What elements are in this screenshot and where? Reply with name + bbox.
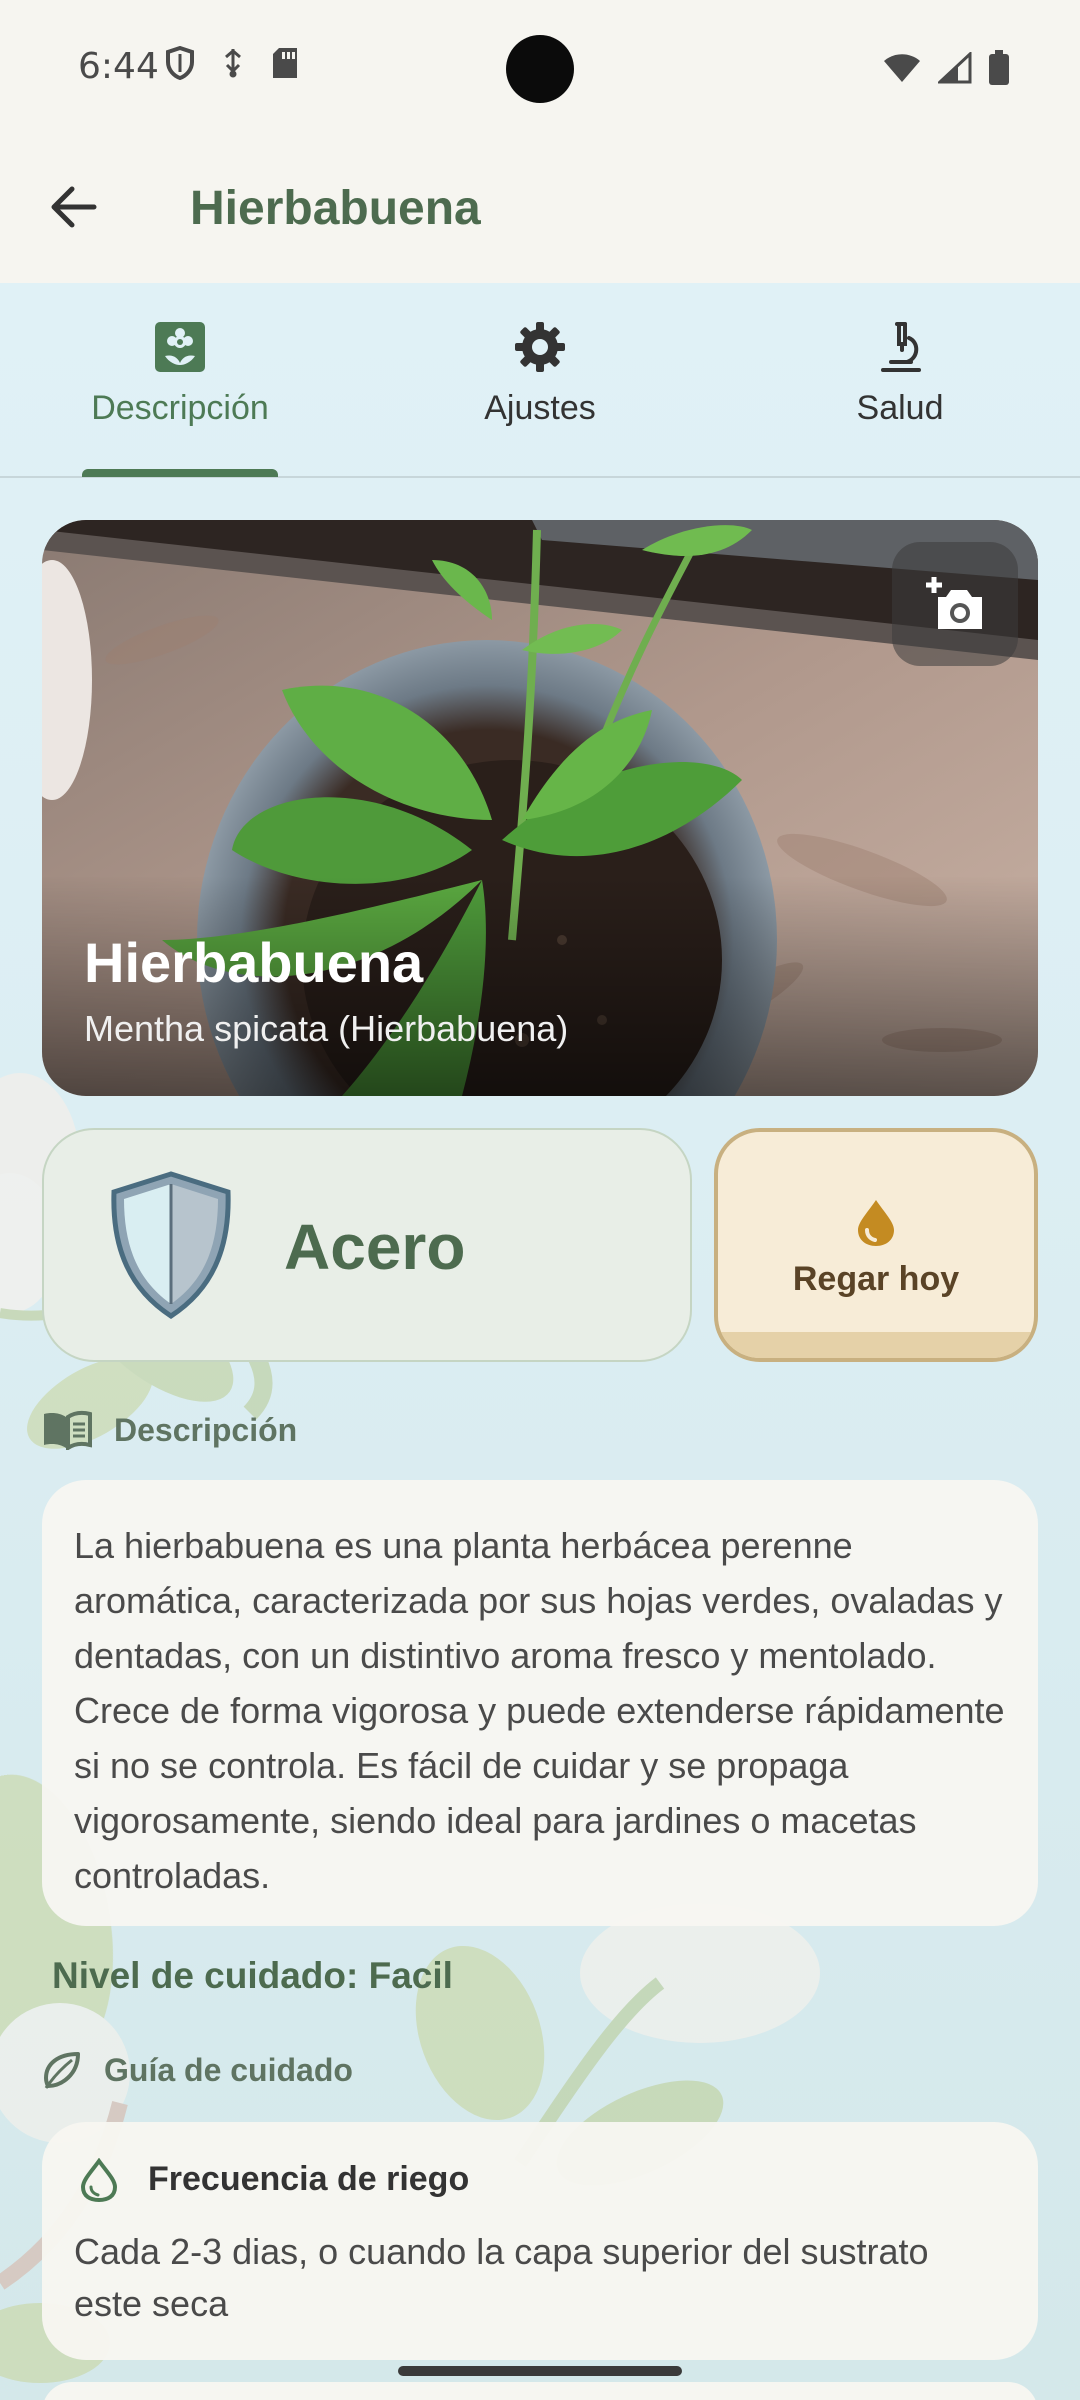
description-card: La hierbabuena es una planta herbácea pe… [42, 1480, 1038, 1926]
plant-scientific-name: Mentha spicata (Hierbabuena) [84, 1008, 569, 1049]
microscope-icon [881, 322, 921, 372]
shield-icon [166, 46, 194, 80]
status-icons-right [882, 50, 1010, 86]
wifi-icon [884, 54, 920, 82]
back-button[interactable] [44, 177, 104, 237]
section-title: Guía de cuidado [104, 2051, 353, 2088]
leaf-icon [44, 2052, 80, 2089]
usb-icon [225, 49, 241, 78]
sd-card-icon [273, 48, 297, 78]
tab-label: Ajustes [484, 389, 596, 427]
shield-badge-icon [111, 1171, 231, 1319]
arrow-back-icon [51, 186, 97, 228]
tab-salud[interactable]: Salud [720, 283, 1080, 478]
water-today-button[interactable]: Regar hoy [714, 1128, 1038, 1362]
section-title: Descripción [114, 1411, 298, 1448]
care-guide-item-partial [42, 2382, 1038, 2400]
water-today-label: Regar hoy [792, 1260, 960, 1298]
level-card[interactable]: Acero [42, 1128, 692, 1362]
water-drop-icon [858, 1200, 894, 1246]
care-guide-item: Frecuencia de riego Cada 2-3 dias, o cua… [42, 2122, 1038, 2360]
water-progress-strip [718, 1332, 1034, 1358]
care-level-text: Nivel de cuidado: Facil [52, 1955, 453, 1996]
description-section-header: Descripción [42, 1410, 297, 1450]
status-icons-left [165, 46, 299, 80]
tab-bar: Descripción Ajustes Salud [0, 283, 1080, 478]
plant-name: Hierbabuena [84, 931, 424, 994]
app-bar: Hierbabuena [0, 135, 1080, 283]
tab-label: Salud [856, 389, 944, 427]
care-item-text: Cada 2-3 dias, o cuando la capa superior… [74, 2231, 929, 2324]
plant-photo-card: Hierbabuena Mentha spicata (Hierbabuena) [42, 520, 1038, 1096]
add-photo-button[interactable] [892, 542, 1018, 666]
status-bar: 6:44 [0, 0, 1080, 135]
description-text: La hierbabuena es una planta herbácea pe… [74, 1525, 1005, 1896]
gesture-navigation-handle[interactable] [398, 2366, 682, 2376]
tab-ajustes[interactable]: Ajustes [360, 283, 720, 478]
flower-card-icon [155, 322, 205, 372]
battery-icon [989, 50, 1009, 85]
page-title: Hierbabuena [190, 182, 481, 235]
tab-descripcion[interactable]: Descripción [0, 283, 360, 478]
care-guide-section-header: Guía de cuidado [42, 2050, 353, 2090]
status-time: 6:44 [78, 46, 159, 87]
book-icon [44, 1411, 92, 1450]
front-camera-cutout [506, 35, 574, 103]
add-photo-icon [926, 577, 982, 629]
level-name: Acero [284, 1211, 466, 1283]
active-tab-indicator [82, 469, 278, 477]
care-item-title: Frecuencia de riego [148, 2160, 470, 2198]
cell-signal-icon [938, 52, 972, 84]
gear-icon [515, 322, 565, 372]
water-drop-outline-icon [80, 2158, 118, 2202]
tab-label: Descripción [91, 389, 269, 427]
